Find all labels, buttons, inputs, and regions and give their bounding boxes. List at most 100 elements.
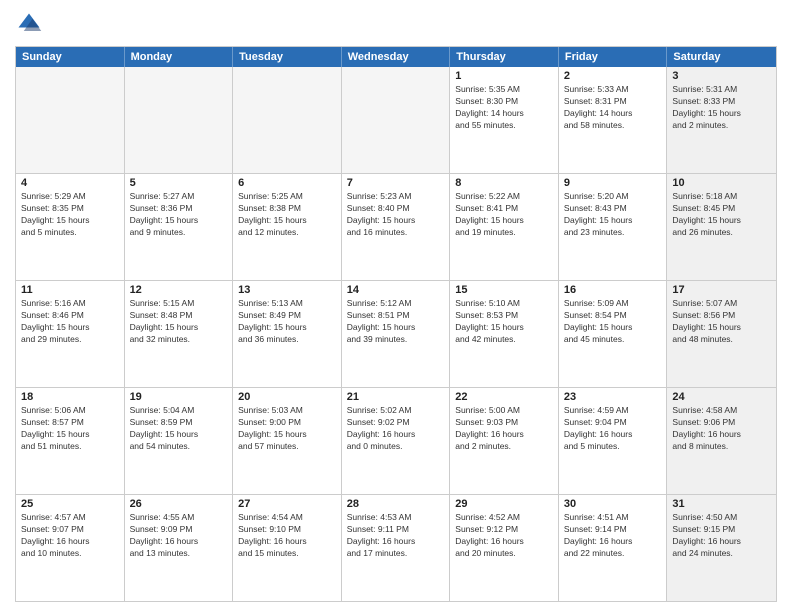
calendar-cell-4-0: 25 Sunrise: 4:57 AM Sunset: 9:07 PM Dayli… [16,495,125,601]
calendar-cell-0-3 [342,67,451,173]
page: SundayMondayTuesdayWednesdayThursdayFrid… [0,0,792,612]
calendar-cell-3-3: 21 Sunrise: 5:02 AM Sunset: 9:02 PM Dayli… [342,388,451,494]
day-info: Sunrise: 4:52 AM Sunset: 9:12 PM Dayligh… [455,512,553,560]
header-day-sunday: Sunday [16,47,125,67]
day-number: 20 [238,391,336,403]
day-info: Sunrise: 4:55 AM Sunset: 9:09 PM Dayligh… [130,512,228,560]
day-number: 2 [564,70,662,82]
calendar-cell-3-6: 24 Sunrise: 4:58 AM Sunset: 9:06 PM Dayli… [667,388,776,494]
day-number: 15 [455,284,553,296]
calendar-cell-3-4: 22 Sunrise: 5:00 AM Sunset: 9:03 PM Dayli… [450,388,559,494]
calendar-cell-3-2: 20 Sunrise: 5:03 AM Sunset: 9:00 PM Dayli… [233,388,342,494]
calendar-cell-1-4: 8Sunrise: 5:22 AM Sunset: 8:41 PM Daylig… [450,174,559,280]
day-info: Sunrise: 4:51 AM Sunset: 9:14 PM Dayligh… [564,512,662,560]
day-info: Sunrise: 4:58 AM Sunset: 9:06 PM Dayligh… [672,405,771,453]
day-number: 31 [672,498,771,510]
header-day-thursday: Thursday [450,47,559,67]
day-number: 19 [130,391,228,403]
day-number: 13 [238,284,336,296]
day-info: Sunrise: 5:13 AM Sunset: 8:49 PM Dayligh… [238,298,336,346]
day-number: 21 [347,391,445,403]
day-number: 29 [455,498,553,510]
header-day-saturday: Saturday [667,47,776,67]
day-number: 23 [564,391,662,403]
day-number: 27 [238,498,336,510]
day-number: 30 [564,498,662,510]
calendar-cell-0-5: 2 Sunrise: 5:33 AM Sunset: 8:31 PM Daylig… [559,67,668,173]
calendar: SundayMondayTuesdayWednesdayThursdayFrid… [15,46,777,602]
calendar-row-0: 1Sunrise: 5:35 AM Sunset: 8:30 PM Daylig… [16,67,776,174]
day-number: 16 [564,284,662,296]
day-number: 5 [130,177,228,189]
day-number: 26 [130,498,228,510]
calendar-cell-4-1: 26 Sunrise: 4:55 AM Sunset: 9:09 PM Dayli… [125,495,234,601]
day-info: Sunrise: 4:57 AM Sunset: 9:07 PM Dayligh… [21,512,119,560]
calendar-cell-4-5: 30 Sunrise: 4:51 AM Sunset: 9:14 PM Dayli… [559,495,668,601]
day-info: Sunrise: 5:02 AM Sunset: 9:02 PM Dayligh… [347,405,445,453]
day-number: 24 [672,391,771,403]
calendar-cell-0-2 [233,67,342,173]
header-day-tuesday: Tuesday [233,47,342,67]
calendar-body: 1Sunrise: 5:35 AM Sunset: 8:30 PM Daylig… [16,67,776,601]
calendar-row-1: 4 Sunrise: 5:29 AM Sunset: 8:35 PM Daylig… [16,174,776,281]
day-info: Sunrise: 5:33 AM Sunset: 8:31 PM Dayligh… [564,84,662,132]
day-number: 1 [455,70,553,82]
day-info: Sunrise: 5:16 AM Sunset: 8:46 PM Dayligh… [21,298,119,346]
day-info: Sunrise: 5:20 AM Sunset: 8:43 PM Dayligh… [564,191,662,239]
calendar-row-4: 25 Sunrise: 4:57 AM Sunset: 9:07 PM Dayli… [16,495,776,601]
calendar-cell-1-6: 10 Sunrise: 5:18 AM Sunset: 8:45 PM Dayli… [667,174,776,280]
calendar-cell-0-6: 3Sunrise: 5:31 AM Sunset: 8:33 PM Daylig… [667,67,776,173]
day-info: Sunrise: 4:50 AM Sunset: 9:15 PM Dayligh… [672,512,771,560]
calendar-cell-2-4: 15Sunrise: 5:10 AM Sunset: 8:53 PM Dayli… [450,281,559,387]
day-info: Sunrise: 4:54 AM Sunset: 9:10 PM Dayligh… [238,512,336,560]
day-number: 4 [21,177,119,189]
day-info: Sunrise: 5:25 AM Sunset: 8:38 PM Dayligh… [238,191,336,239]
day-info: Sunrise: 4:53 AM Sunset: 9:11 PM Dayligh… [347,512,445,560]
calendar-cell-3-5: 23 Sunrise: 4:59 AM Sunset: 9:04 PM Dayli… [559,388,668,494]
calendar-cell-2-0: 11 Sunrise: 5:16 AM Sunset: 8:46 PM Dayli… [16,281,125,387]
calendar-cell-1-3: 7 Sunrise: 5:23 AM Sunset: 8:40 PM Daylig… [342,174,451,280]
header-day-monday: Monday [125,47,234,67]
calendar-cell-4-4: 29 Sunrise: 4:52 AM Sunset: 9:12 PM Dayli… [450,495,559,601]
day-number: 28 [347,498,445,510]
day-info: Sunrise: 4:59 AM Sunset: 9:04 PM Dayligh… [564,405,662,453]
day-info: Sunrise: 5:09 AM Sunset: 8:54 PM Dayligh… [564,298,662,346]
calendar-cell-3-0: 18Sunrise: 5:06 AM Sunset: 8:57 PM Dayli… [16,388,125,494]
day-info: Sunrise: 5:03 AM Sunset: 9:00 PM Dayligh… [238,405,336,453]
header [15,10,777,38]
day-number: 25 [21,498,119,510]
header-day-friday: Friday [559,47,668,67]
day-number: 10 [672,177,771,189]
day-info: Sunrise: 5:23 AM Sunset: 8:40 PM Dayligh… [347,191,445,239]
day-info: Sunrise: 5:15 AM Sunset: 8:48 PM Dayligh… [130,298,228,346]
calendar-cell-2-1: 12Sunrise: 5:15 AM Sunset: 8:48 PM Dayli… [125,281,234,387]
day-info: Sunrise: 5:29 AM Sunset: 8:35 PM Dayligh… [21,191,119,239]
calendar-cell-2-2: 13 Sunrise: 5:13 AM Sunset: 8:49 PM Dayli… [233,281,342,387]
calendar-cell-2-5: 16 Sunrise: 5:09 AM Sunset: 8:54 PM Dayli… [559,281,668,387]
calendar-cell-1-2: 6 Sunrise: 5:25 AM Sunset: 8:38 PM Daylig… [233,174,342,280]
calendar-row-2: 11 Sunrise: 5:16 AM Sunset: 8:46 PM Dayli… [16,281,776,388]
logo-icon [15,10,43,38]
day-number: 7 [347,177,445,189]
day-number: 22 [455,391,553,403]
day-number: 8 [455,177,553,189]
calendar-cell-1-5: 9Sunrise: 5:20 AM Sunset: 8:43 PM Daylig… [559,174,668,280]
day-number: 17 [672,284,771,296]
logo [15,10,47,38]
calendar-cell-4-2: 27 Sunrise: 4:54 AM Sunset: 9:10 PM Dayli… [233,495,342,601]
calendar-cell-0-1 [125,67,234,173]
day-info: Sunrise: 5:00 AM Sunset: 9:03 PM Dayligh… [455,405,553,453]
day-info: Sunrise: 5:27 AM Sunset: 8:36 PM Dayligh… [130,191,228,239]
calendar-cell-4-3: 28 Sunrise: 4:53 AM Sunset: 9:11 PM Dayli… [342,495,451,601]
day-info: Sunrise: 5:07 AM Sunset: 8:56 PM Dayligh… [672,298,771,346]
calendar-cell-2-3: 14Sunrise: 5:12 AM Sunset: 8:51 PM Dayli… [342,281,451,387]
day-number: 11 [21,284,119,296]
calendar-cell-4-6: 31 Sunrise: 4:50 AM Sunset: 9:15 PM Dayli… [667,495,776,601]
calendar-header: SundayMondayTuesdayWednesdayThursdayFrid… [16,47,776,67]
day-number: 6 [238,177,336,189]
day-info: Sunrise: 5:18 AM Sunset: 8:45 PM Dayligh… [672,191,771,239]
calendar-cell-3-1: 19Sunrise: 5:04 AM Sunset: 8:59 PM Dayli… [125,388,234,494]
day-number: 14 [347,284,445,296]
calendar-cell-2-6: 17 Sunrise: 5:07 AM Sunset: 8:56 PM Dayli… [667,281,776,387]
calendar-cell-0-4: 1Sunrise: 5:35 AM Sunset: 8:30 PM Daylig… [450,67,559,173]
